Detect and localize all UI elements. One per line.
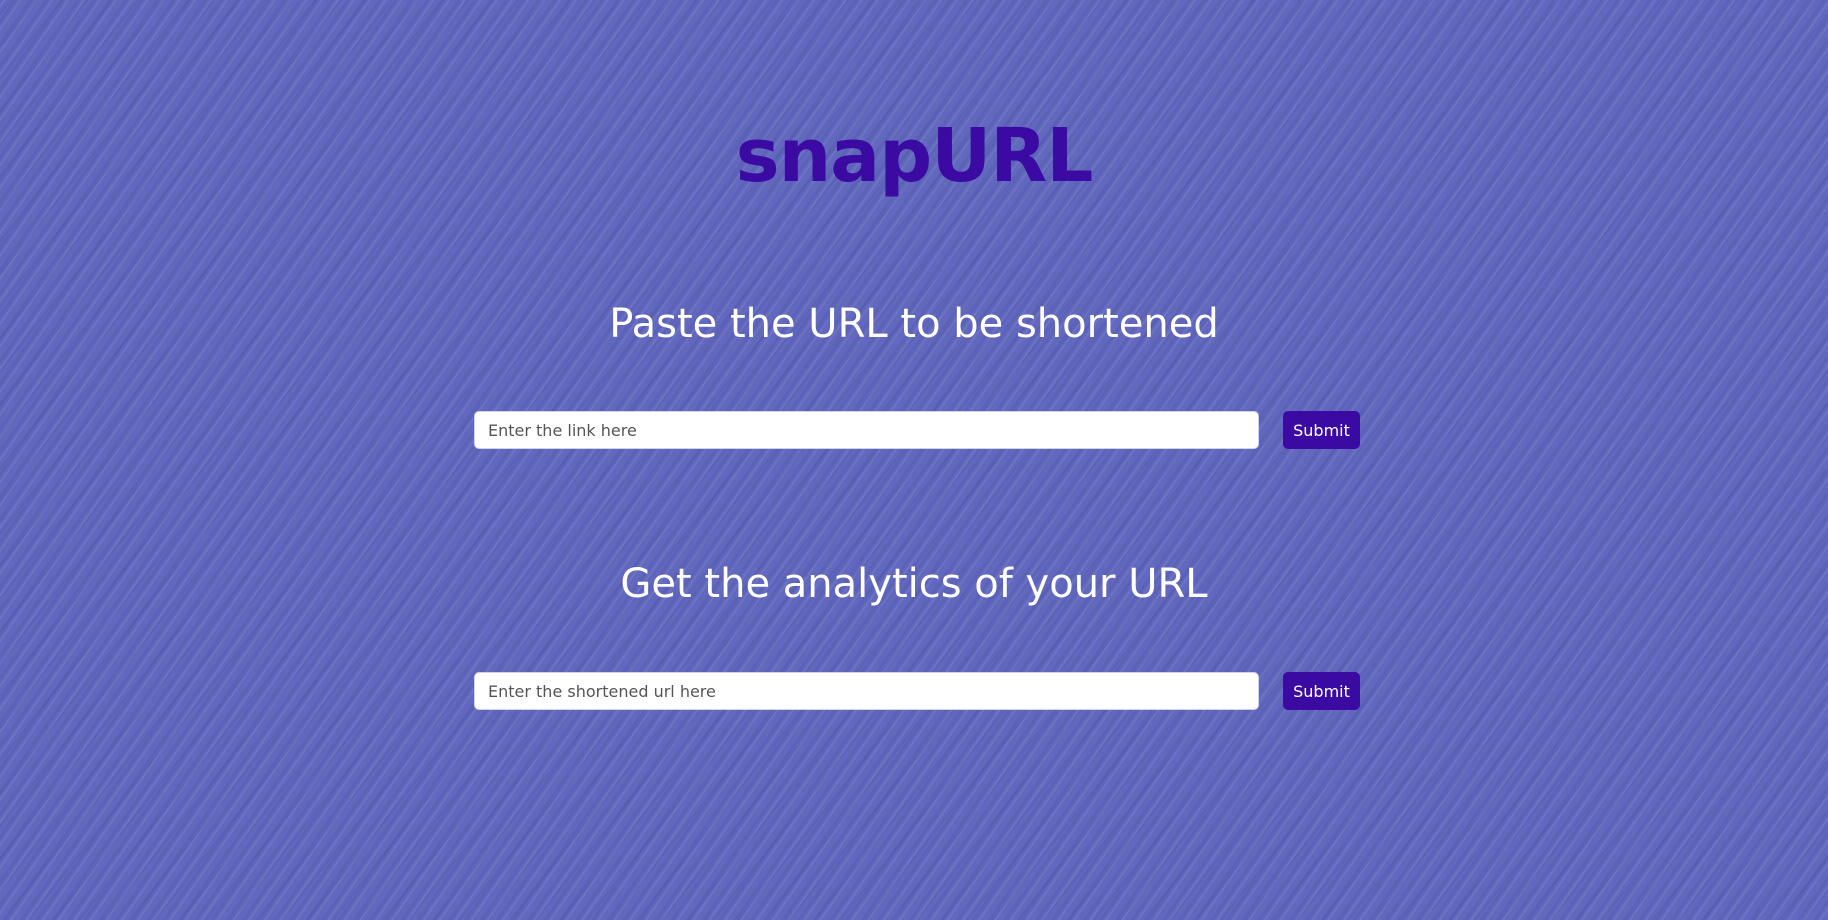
link-input[interactable] [474,411,1259,449]
shorten-form: Submit [474,411,1360,449]
analytics-form: Submit [474,672,1360,710]
shortened-url-input[interactable] [474,672,1259,710]
shorten-submit-button[interactable]: Submit [1283,411,1360,449]
app-logo: snapURL [735,113,1094,199]
analytics-heading: Get the analytics of your URL [620,561,1208,607]
page: snapURL Paste the URL to be shortened Su… [0,0,1828,920]
shorten-heading: Paste the URL to be shortened [609,301,1219,347]
analytics-submit-button[interactable]: Submit [1283,672,1360,710]
